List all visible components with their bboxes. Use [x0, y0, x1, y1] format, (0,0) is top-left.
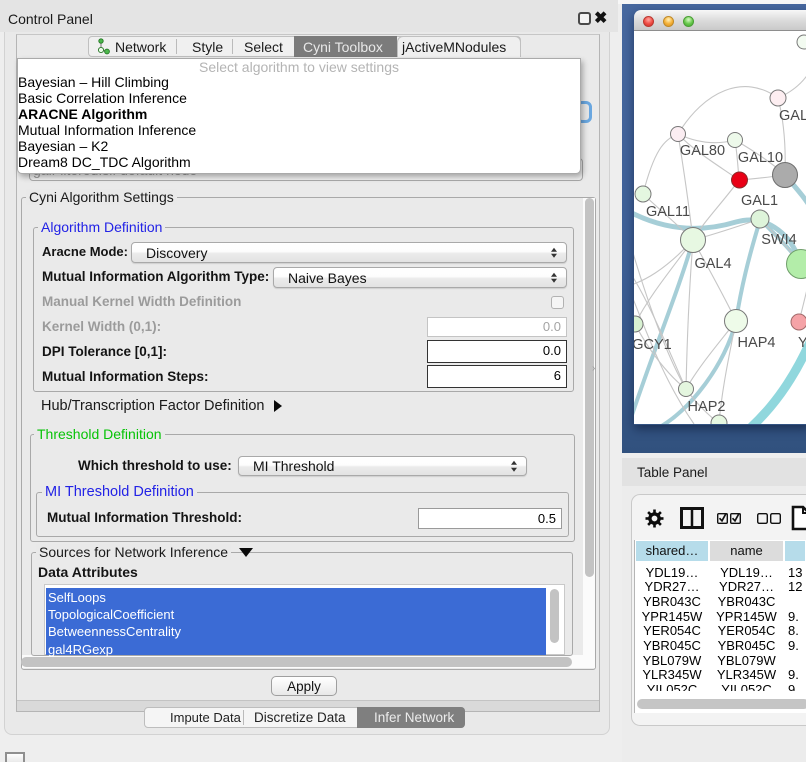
svg-text:HAP4: HAP4 [738, 335, 776, 351]
svg-text:HAP2: HAP2 [688, 399, 726, 415]
svg-text:GAL2: GAL2 [779, 108, 806, 124]
svg-text:GAL1: GAL1 [741, 193, 778, 209]
svg-text:GAL80: GAL80 [680, 143, 725, 159]
svg-text:SWI4: SWI4 [761, 232, 796, 248]
svg-text:GAL4: GAL4 [694, 256, 731, 272]
svg-text:GAL10: GAL10 [738, 150, 783, 166]
svg-text:GCY1: GCY1 [634, 337, 672, 353]
svg-text:GAL11: GAL11 [646, 204, 690, 220]
svg-text:YM: YM [798, 335, 806, 351]
